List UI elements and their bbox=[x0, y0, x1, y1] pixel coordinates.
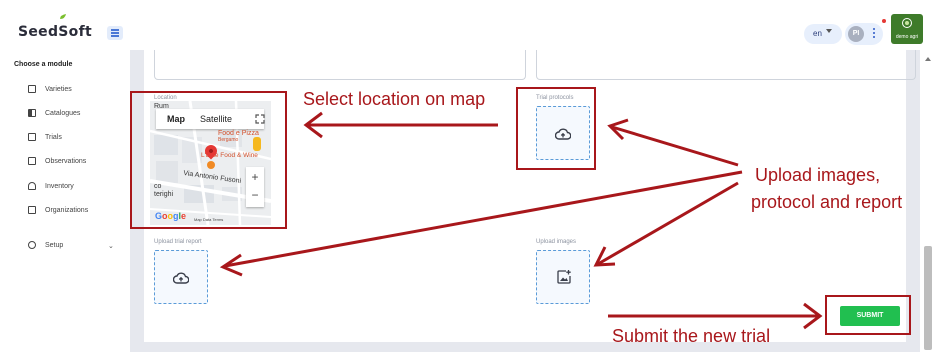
org-logo-icon bbox=[902, 18, 912, 28]
upload-images-dropzone[interactable] bbox=[536, 250, 590, 304]
annotation-submit-trial: Submit the new trial bbox=[612, 326, 771, 346]
upload-images-label: Upload images bbox=[536, 239, 577, 245]
scroll-up-arrow-icon[interactable] bbox=[925, 57, 931, 61]
annotation-select-location: Select location on map bbox=[303, 89, 486, 109]
logo-leaf-icon bbox=[60, 14, 66, 19]
sidebar: Choose a module Varieties Catalogues Tri… bbox=[0, 50, 130, 352]
sidebar-item-label: Varieties bbox=[45, 86, 72, 93]
chevron-down-icon bbox=[826, 29, 832, 33]
sidebar-item-varieties[interactable]: Varieties bbox=[28, 83, 128, 97]
gear-icon bbox=[28, 241, 36, 249]
sidebar-item-label: Organizations bbox=[45, 207, 89, 214]
organization-switcher[interactable]: demo agri bbox=[891, 14, 923, 44]
sidebar-item-label: Setup bbox=[45, 242, 64, 249]
sidebar-item-label: Inventory bbox=[45, 183, 74, 190]
sidebar-item-inventory[interactable]: Inventory bbox=[28, 180, 128, 194]
trial-icon bbox=[28, 133, 36, 141]
chevron-down-icon: ⌄ bbox=[108, 243, 114, 250]
sidebar-item-observations[interactable]: Observations bbox=[28, 155, 128, 169]
annotation-box-map bbox=[130, 91, 287, 229]
warehouse-icon bbox=[28, 182, 36, 190]
text-field[interactable] bbox=[536, 50, 916, 80]
scrollbar-thumb[interactable] bbox=[924, 246, 932, 350]
more-vert-icon[interactable] bbox=[873, 28, 875, 38]
catalogue-icon bbox=[28, 109, 36, 117]
sidebar-item-trials[interactable]: Trials bbox=[28, 131, 128, 145]
upload-trial-report-dropzone[interactable] bbox=[154, 250, 208, 304]
app-logo[interactable]: SeedSoft bbox=[18, 24, 92, 40]
sidebar-item-organizations[interactable]: Organizations bbox=[28, 204, 128, 218]
avatar[interactable]: PI bbox=[848, 26, 864, 42]
annotation-upload-line1: Upload images, bbox=[755, 165, 881, 185]
language-select[interactable]: en bbox=[804, 24, 842, 44]
annotation-box-protocols bbox=[516, 87, 596, 170]
top-bar: SeedSoft en PI demo agri bbox=[0, 0, 936, 50]
building-icon bbox=[28, 206, 36, 214]
sidebar-item-label: Observations bbox=[45, 158, 87, 165]
add-image-icon bbox=[557, 270, 571, 284]
sidebar-heading: Choose a module bbox=[14, 61, 73, 68]
sidebar-item-catalogues[interactable]: Catalogues bbox=[28, 107, 128, 121]
text-field[interactable] bbox=[154, 50, 526, 80]
menu-toggle-button[interactable] bbox=[107, 26, 123, 40]
upload-trial-report-label: Upload trial report bbox=[154, 239, 202, 245]
annotation-upload-line2: protocol and report bbox=[751, 192, 903, 212]
cloud-upload-icon bbox=[173, 272, 189, 284]
notification-dot bbox=[882, 19, 886, 23]
sidebar-item-label: Catalogues bbox=[45, 110, 81, 117]
seed-icon bbox=[28, 85, 36, 93]
clipboard-icon bbox=[28, 157, 36, 165]
sidebar-item-label: Trials bbox=[45, 134, 62, 141]
org-label: demo agri bbox=[895, 34, 919, 40]
annotation-box-submit bbox=[825, 295, 911, 335]
